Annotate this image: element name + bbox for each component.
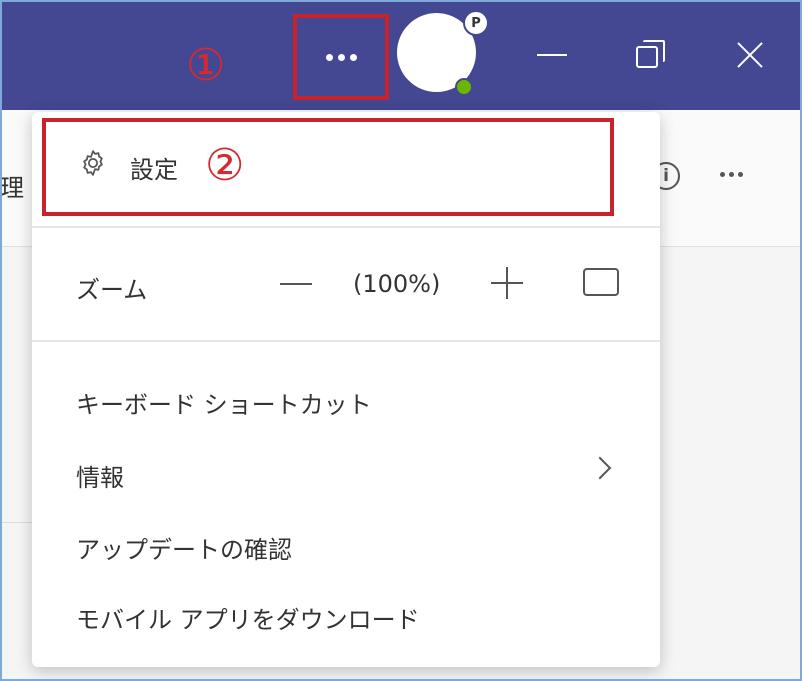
- minimize-button[interactable]: [529, 30, 575, 80]
- step-2-annotation: ②: [205, 140, 245, 191]
- menu-item-keyboard-shortcuts[interactable]: キーボード ショートカット: [76, 385, 372, 420]
- background-more-icon[interactable]: [720, 172, 743, 177]
- zoom-label: ズーム: [76, 276, 148, 304]
- zoom-in-icon[interactable]: [491, 267, 523, 299]
- menu-item-settings[interactable]: [42, 118, 614, 216]
- fullscreen-icon[interactable]: [583, 268, 619, 296]
- menu-item-settings-label: 設定: [130, 156, 178, 184]
- gear-icon: [83, 150, 103, 176]
- more-icon: [325, 53, 357, 61]
- title-bar: ① P: [0, 0, 802, 110]
- menu-item-about[interactable]: 情報: [76, 458, 124, 493]
- menu-divider: [32, 226, 660, 228]
- avatar-badge: P: [463, 10, 489, 36]
- step-1-annotation: ①: [186, 40, 226, 91]
- restore-button[interactable]: [628, 30, 674, 80]
- background-text: 理: [0, 174, 24, 202]
- minimize-icon: [537, 54, 567, 56]
- menu-item-check-updates[interactable]: アップデートの確認: [76, 530, 292, 565]
- more-options-button[interactable]: [293, 14, 389, 100]
- menu-item-download-mobile-app[interactable]: モバイル アプリをダウンロード: [76, 600, 420, 635]
- close-icon: [735, 40, 765, 70]
- close-button[interactable]: [727, 30, 773, 80]
- zoom-out-icon[interactable]: [280, 283, 312, 285]
- menu-divider: [32, 340, 660, 342]
- zoom-level: (100%): [353, 270, 441, 298]
- restore-icon: [636, 40, 666, 70]
- presence-status-icon: [455, 78, 473, 96]
